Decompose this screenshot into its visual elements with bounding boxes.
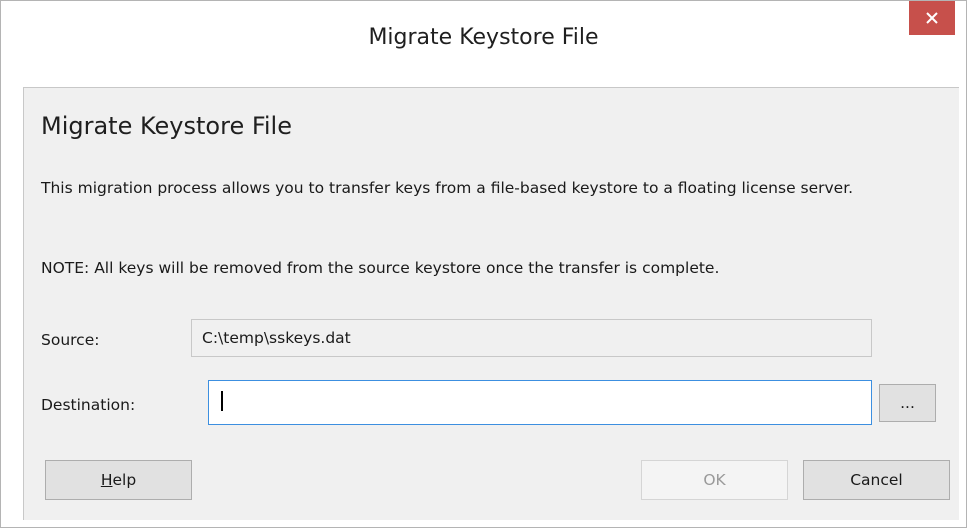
description-text: This migration process allows you to tra… [41,179,854,197]
close-icon [926,12,938,24]
destination-input[interactable] [208,380,872,425]
ok-button[interactable]: OK [641,460,788,500]
close-button[interactable] [909,1,955,35]
text-caret [221,391,223,411]
note-text: NOTE: All keys will be removed from the … [41,259,720,277]
dialog-heading: Migrate Keystore File [41,112,292,140]
browse-button[interactable]: ... [879,384,936,422]
help-button[interactable]: Help [45,460,192,500]
dialog-window: Migrate Keystore File Migrate Keystore F… [0,0,967,528]
dialog-body: Migrate Keystore File This migration pro… [23,87,959,520]
title-bar: Migrate Keystore File [1,1,966,87]
help-button-label: elp [112,471,137,489]
destination-label: Destination: [41,396,136,414]
window-frame-bottom [1,519,966,527]
window-frame-right [958,87,966,527]
window-title: Migrate Keystore File [368,25,599,50]
source-label: Source: [41,331,100,349]
cancel-button[interactable]: Cancel [803,460,950,500]
help-button-accelerator: H [100,471,113,489]
window-frame-left [1,87,23,527]
source-field: C:\temp\sskeys.dat [191,319,872,357]
